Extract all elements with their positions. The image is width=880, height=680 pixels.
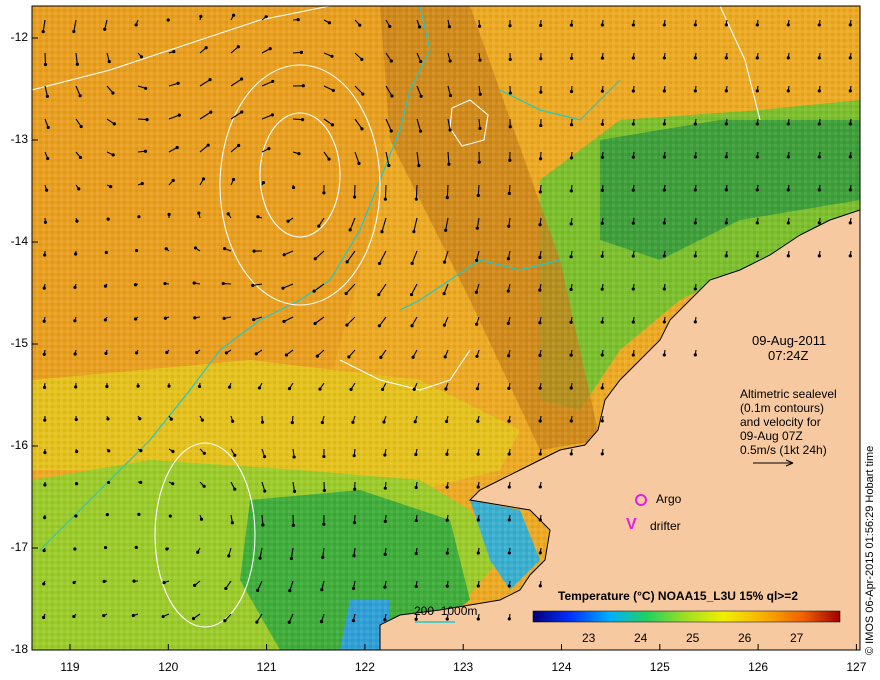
sst-map [31, 5, 861, 651]
latitude-label: -15 [10, 336, 28, 350]
map-date: 09-Aug-2011 [752, 333, 827, 348]
longitude-label: 119 [60, 660, 80, 674]
colorbar-tick: 26 [738, 631, 752, 645]
longitude-label: 122 [354, 660, 375, 674]
latitude-label: -14 [10, 234, 28, 248]
longitude-label: 120 [158, 660, 179, 674]
legend-note-2: (0.1m contours) [740, 401, 825, 415]
drifter-label: drifter [650, 519, 681, 533]
legend-note-scale: 0.5m/s (1kt 24h) [740, 443, 827, 457]
legend-note-4: 09-Aug 07Z [740, 429, 803, 443]
colorbar-tick: 24 [634, 631, 648, 645]
longitude-label: 124 [551, 660, 572, 674]
colorbar [532, 610, 841, 623]
colorbar-tick: 23 [582, 631, 596, 645]
colorbar-tick: 25 [686, 631, 700, 645]
argo-label: Argo [656, 492, 682, 506]
latitude-label: -13 [10, 132, 28, 146]
longitude-label: 125 [649, 660, 670, 674]
latitude-label: -16 [10, 438, 28, 452]
credit-text: © IMOS 06-Apr-2015 01:56:29 Hobart time [864, 445, 876, 655]
colorbar-tick: 27 [790, 631, 804, 645]
latitude-label: -12 [10, 30, 28, 44]
sst-field [32, 6, 860, 650]
longitude-label: 123 [453, 660, 474, 674]
legend-note-1: Altimetric sealevel [740, 387, 837, 401]
map-time: 07:24Z [768, 348, 809, 363]
longitude-label: 121 [256, 660, 277, 674]
drifter-symbol: V [626, 516, 637, 533]
map-figure: -12 -13 -14 -15 -16 -17 -18 119 120 121 122 123 124… [0, 0, 880, 680]
latitude-label: -18 [10, 642, 28, 656]
latitude-label: -17 [10, 540, 28, 554]
longitude-label: 127 [846, 660, 867, 674]
depth-legend: 200 1000m [414, 604, 478, 618]
longitude-label: 126 [748, 660, 769, 674]
colorbar-title: Temperature (°C) NOAA15_L3U 15% ql>=2 [558, 589, 798, 603]
legend-note-3: and velocity for [740, 415, 821, 429]
